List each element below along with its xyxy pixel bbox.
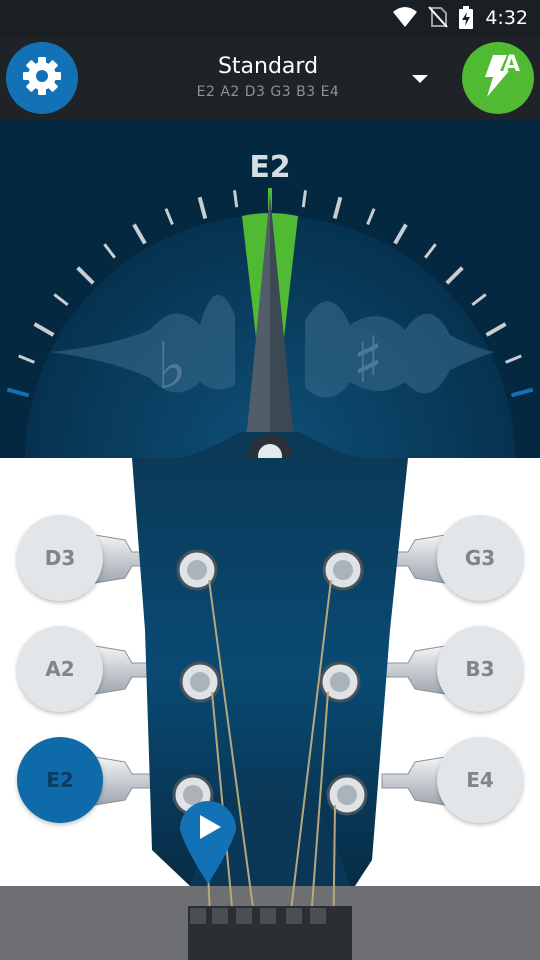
meter-tick [18,354,35,364]
string-button-b3[interactable]: B3 [437,626,523,712]
meter-tick [164,208,174,225]
gear-icon [20,54,64,102]
meter-tick [233,190,239,208]
battery-charging-icon [458,6,474,34]
meter-tick [485,322,507,337]
meter-tick [424,243,437,259]
string-button-e2[interactable]: E2 [17,737,103,823]
string-button-a2[interactable]: A2 [17,626,103,712]
meter-tick [301,190,307,208]
top-bar: Standard E2 A2 D3 G3 B3 E4 A [0,36,540,120]
meter-tick [53,293,69,306]
meter-tick [393,223,408,245]
status-time: 4:32 [485,7,528,29]
settings-button[interactable] [6,42,78,114]
meter-tick [505,354,522,364]
auto-mode-button[interactable]: A [462,42,534,114]
meter-tick [197,196,208,220]
status-bar: 4:32 [0,0,540,36]
meter-tick [471,293,487,306]
meter-tick [132,223,147,245]
tuning-dropdown[interactable] [408,68,432,88]
meter-tick [332,196,343,220]
meter-tick [33,322,55,337]
wifi-icon [392,6,418,32]
meter-tick [510,387,534,398]
sharp-symbol: ♯ [353,324,384,398]
meter-tick [103,243,116,259]
tuning-meter: ♭ ♯ E2 [0,120,540,460]
tuning-notes[interactable]: E2 A2 D3 G3 B3 E4 [150,84,386,100]
caret-down-icon [411,69,429,88]
string-button-g3[interactable]: G3 [437,515,523,601]
string-button-d3[interactable]: D3 [17,515,103,601]
play-icon [180,801,236,884]
target-note: E2 [249,150,291,185]
flat-symbol: ♭ [157,330,187,404]
tuning-name[interactable]: Standard [150,54,386,79]
no-sim-icon [428,6,448,32]
string-button-e4[interactable]: E4 [437,737,523,823]
auto-mode-label: A [502,52,520,77]
meter-tick [76,266,95,285]
meter-tick [366,208,376,225]
meter-tick [6,387,30,398]
meter-tick [445,266,464,285]
play-reference-button[interactable] [177,796,239,890]
